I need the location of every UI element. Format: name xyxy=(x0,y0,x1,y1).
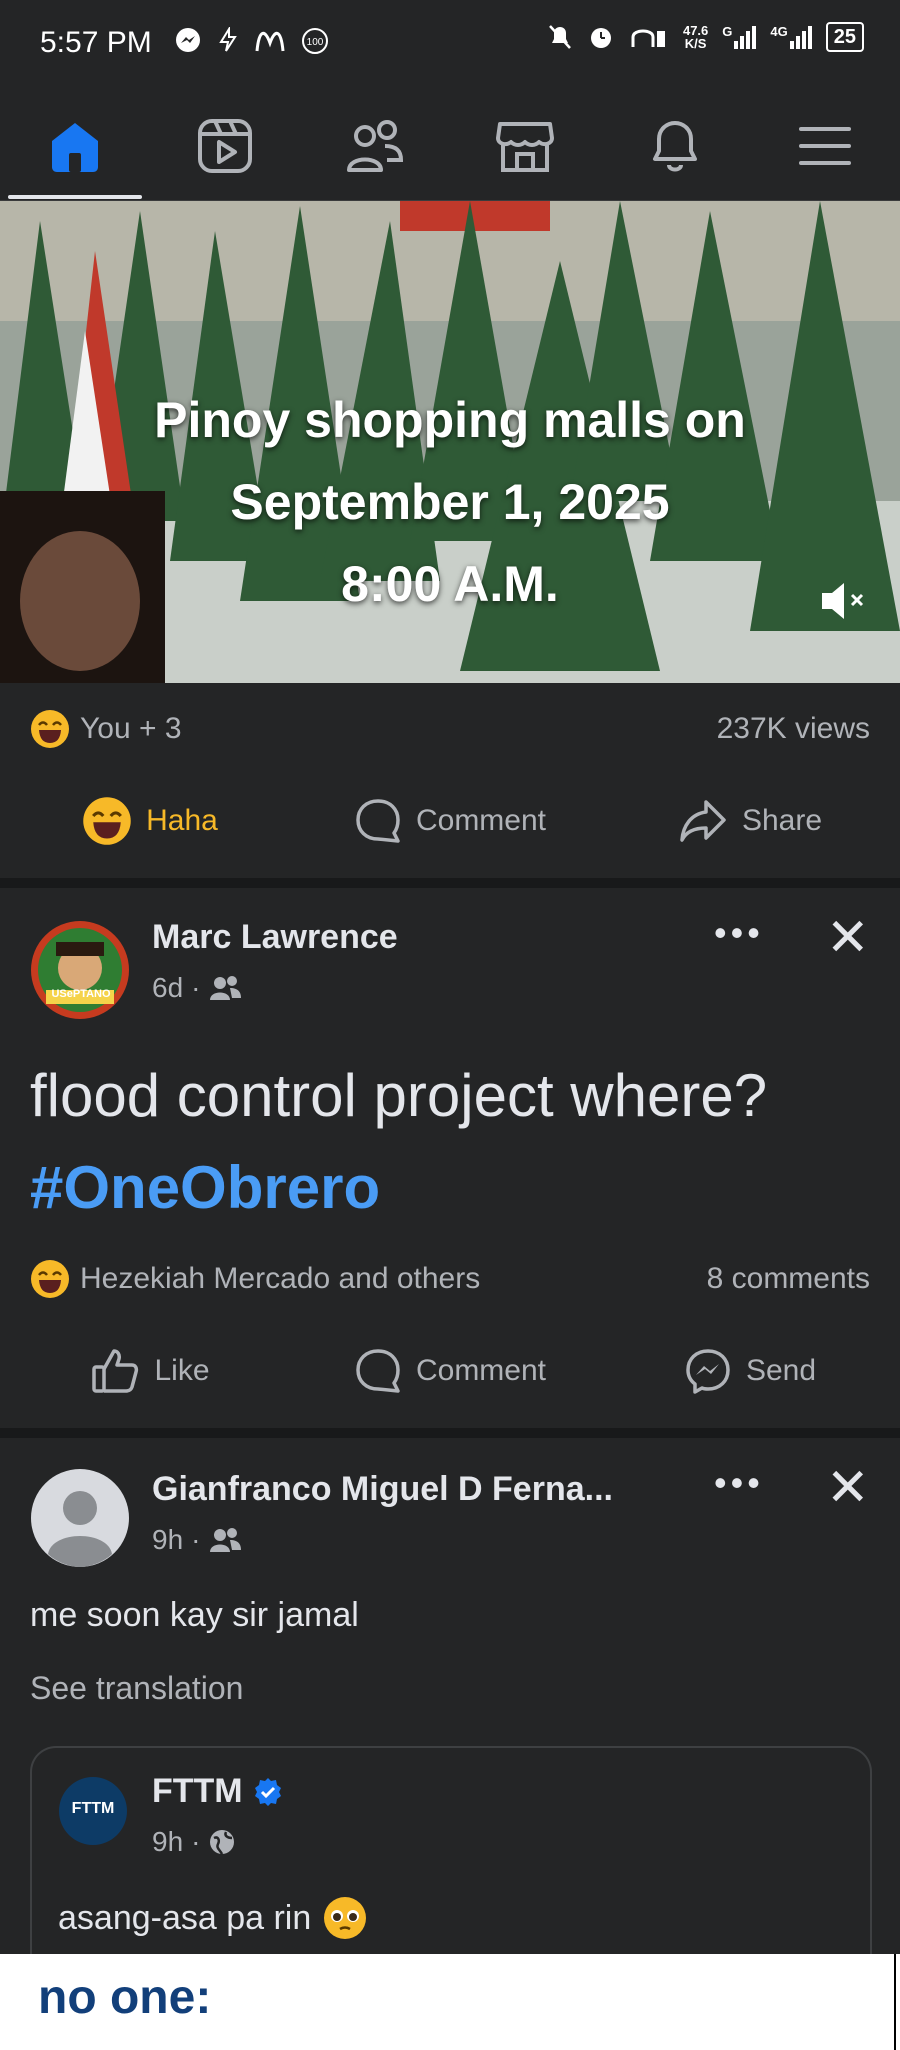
avatar-caption: USePTANO xyxy=(51,988,111,1000)
post-gianfranco: Gianfranco Miguel D Ferna... 9h · ••• ✕ m… xyxy=(0,1438,900,1978)
close-icon[interactable]: ✕ xyxy=(826,912,870,964)
status-bar: 5:57 PM 100 47.6 K/S G 4G 25 xyxy=(0,0,900,92)
shared-meta: 9h · xyxy=(152,1826,236,1858)
reaction-summary[interactable]: Hezekiah Mercado and others xyxy=(30,1259,480,1299)
friends-audience-icon xyxy=(210,1528,242,1552)
more-options-icon[interactable]: ••• xyxy=(714,912,764,954)
top-nav-bar xyxy=(0,92,900,201)
friends-audience-icon xyxy=(210,976,242,1000)
flash-icon xyxy=(219,27,237,52)
headphones-icon xyxy=(631,29,665,47)
notifications-icon xyxy=(653,121,697,172)
signal-bars-icon xyxy=(734,26,757,49)
feed-divider xyxy=(0,878,900,888)
battery-indicator: 25 xyxy=(825,22,864,52)
hashtag-link[interactable]: #OneObrero xyxy=(30,1154,380,1221)
shared-text-row: asang-asa pa rin xyxy=(58,1896,367,1940)
pleading-face-emoji-icon xyxy=(324,1897,367,1939)
tab-menu[interactable] xyxy=(760,92,890,200)
messenger-send-icon xyxy=(686,1349,730,1394)
post-author[interactable]: Marc Lawrence xyxy=(152,918,398,957)
like-icon xyxy=(92,1349,139,1393)
haha-button[interactable]: Haha xyxy=(0,796,300,846)
status-right-icons: 47.6 K/S G 4G 25 xyxy=(547,22,864,52)
status-left-icons: 100 xyxy=(175,27,329,55)
alarm-icon xyxy=(590,28,611,48)
mute-bell-icon xyxy=(549,25,571,49)
signal-4g: 4G xyxy=(770,25,812,49)
messenger-icon xyxy=(176,28,200,52)
svg-text:100: 100 xyxy=(307,37,324,48)
post-marc: USePTANO Marc Lawrence 6d · ••• ✕ flood c… xyxy=(0,888,900,1428)
comment-button[interactable]: Comment xyxy=(300,1347,600,1395)
video-stats-row: You + 3 237K views xyxy=(30,704,870,754)
send-button[interactable]: Send xyxy=(600,1347,900,1395)
mute-icon[interactable] xyxy=(818,579,870,623)
signal-bars-4g-icon xyxy=(789,26,812,49)
net-speed: 47.6 K/S xyxy=(682,23,709,51)
comment-icon xyxy=(356,1349,400,1393)
shared-text: asang-asa pa rin xyxy=(58,1898,312,1937)
avatar[interactable] xyxy=(30,920,130,1020)
home-icon xyxy=(52,123,98,172)
verified-badge-icon xyxy=(254,1777,281,1806)
tab-video[interactable] xyxy=(160,92,290,200)
meme-caption: no one: xyxy=(38,1971,212,2024)
status-time: 5:57 PM xyxy=(40,26,152,59)
tab-home[interactable] xyxy=(10,92,140,200)
shared-author[interactable]: FTTM xyxy=(152,1772,243,1811)
post2-actions: Like Comment Send xyxy=(0,1336,900,1406)
friends-icon xyxy=(347,120,404,172)
more-options-icon[interactable]: ••• xyxy=(714,1462,764,1504)
edge-line xyxy=(894,1954,896,2050)
marketplace-icon xyxy=(496,122,554,172)
badge-100-icon: 100 xyxy=(302,28,328,54)
signal-g: G xyxy=(722,25,757,49)
video-player[interactable]: Pinoy shopping malls on September 1, 202… xyxy=(0,201,900,683)
post-author[interactable]: Gianfranco Miguel D Ferna... xyxy=(152,1470,672,1509)
tab-friends[interactable] xyxy=(310,92,440,200)
video-caption: Pinoy shopping malls on September 1, 202… xyxy=(154,392,746,612)
post2-stats-row: Hezekiah Mercado and others 8 comments xyxy=(30,1254,870,1304)
see-translation-link[interactable]: See translation xyxy=(30,1670,243,1707)
comment-icon xyxy=(356,799,400,843)
comment-button[interactable]: Comment xyxy=(300,797,600,845)
haha-emoji-icon xyxy=(83,797,131,845)
feed-divider xyxy=(0,1428,900,1438)
tab-marketplace[interactable] xyxy=(460,92,590,200)
comment-count[interactable]: 8 comments xyxy=(707,1262,870,1296)
meme-caption-image: no one: xyxy=(0,1954,900,2050)
shared-post-card[interactable]: FTTM FTTM 9h · asang-asa pa rin xyxy=(30,1746,872,1978)
close-icon[interactable]: ✕ xyxy=(826,1462,870,1514)
avatar[interactable] xyxy=(30,1468,130,1568)
haha-emoji-icon xyxy=(31,1260,69,1298)
post-meta: 9h · xyxy=(152,1524,242,1556)
tab-notifications[interactable] xyxy=(610,92,740,200)
avatar-label: FTTM xyxy=(71,1800,115,1817)
menu-icon xyxy=(799,127,851,165)
view-count: 237K views xyxy=(716,712,870,745)
post-meta: 6d · xyxy=(152,972,242,1004)
shared-author-row: FTTM xyxy=(152,1772,283,1811)
share-button[interactable]: Share xyxy=(600,798,900,844)
video-actions: Haha Comment Share xyxy=(0,786,900,856)
like-button[interactable]: Like xyxy=(0,1347,300,1395)
globe-icon xyxy=(210,1830,235,1855)
share-icon xyxy=(680,800,726,842)
reaction-summary[interactable]: You + 3 xyxy=(30,709,182,749)
haha-emoji-icon xyxy=(31,710,69,748)
mcdonalds-icon xyxy=(255,32,285,52)
video-icon xyxy=(198,119,252,173)
post-text: me soon kay sir jamal xyxy=(30,1596,359,1634)
post-text: flood control project where? #OneObrero xyxy=(30,1062,768,1221)
active-tab-indicator xyxy=(8,195,142,199)
